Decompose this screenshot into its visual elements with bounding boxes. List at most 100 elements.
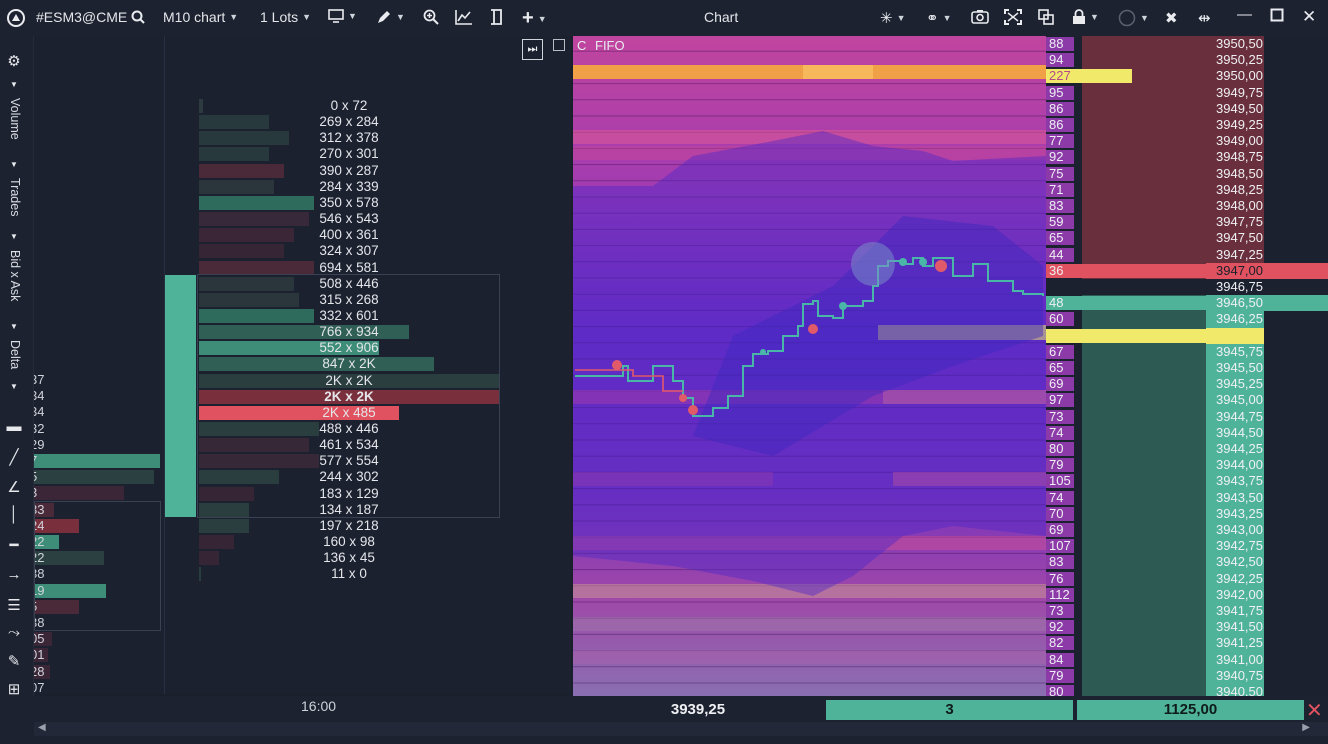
dom-row[interactable]: 3946,75 [1046,279,1328,296]
dom-row[interactable]: 107 3942,75 [1046,538,1328,555]
chevron-down-icon[interactable]: ▼ [0,160,28,169]
dom-row[interactable]: 75 3948,50 [1046,165,1328,182]
dom-row[interactable]: 227 3950,00 [1046,68,1328,85]
trade-bubble[interactable] [808,324,818,334]
dom-row[interactable]: 44 3947,25 [1046,246,1328,263]
lots-dropdown[interactable]: 1 Lots ▼ [260,9,311,25]
dom-row[interactable]: 79 3940,75 [1046,667,1328,684]
dom-row[interactable]: 95 3949,75 [1046,84,1328,101]
dom-row[interactable]: 112 3942,00 [1046,586,1328,603]
dom-row[interactable]: 3946,00 [1046,327,1328,344]
dom-row[interactable]: 65 3947,50 [1046,230,1328,247]
link-button[interactable]: ⚭ ▼ [926,9,952,27]
trade-bubble[interactable] [851,242,895,286]
trade-bubble[interactable] [919,258,927,266]
fibonacci-icon[interactable]: ☰ [0,596,28,614]
trade-bubble[interactable] [760,349,766,355]
tab-delta[interactable]: Delta [8,340,22,369]
maximize-button[interactable] [1270,8,1284,22]
dom-row[interactable]: 67 3945,75 [1046,343,1328,360]
horizontal-scrollbar[interactable]: ◀ ▶ [34,722,1328,736]
dom-row[interactable]: 73 3941,75 [1046,603,1328,620]
chevron-down-icon[interactable]: ▼ [0,382,28,391]
brush-icon[interactable]: ✎ [0,652,28,670]
minimize-button[interactable]: — [1237,6,1252,23]
angle-icon[interactable]: ∠ [0,478,28,496]
settings-tools-button[interactable]: ✖ [1165,9,1178,27]
dom-row[interactable]: 86 3949,25 [1046,117,1328,134]
fullscreen-button[interactable] [1003,8,1023,26]
dom-row[interactable]: 77 3949,00 [1046,133,1328,150]
chevron-down-icon[interactable]: ▼ [0,232,28,241]
dom-row[interactable]: 59 3947,75 [1046,214,1328,231]
dom-row[interactable]: 733944,751 [1046,408,1328,425]
path-icon[interactable]: ⤳ [0,624,28,641]
gear-icon[interactable]: ⚙ [0,52,28,70]
duplicate-button[interactable] [1038,9,1054,25]
dom-row[interactable]: 36 3947,00 [1046,262,1328,279]
close-button[interactable]: ✕ [1302,7,1316,27]
symbol-selector[interactable]: #ESM3@CME [36,9,145,25]
dom-row[interactable]: 92 3941,50 [1046,619,1328,636]
lock-button[interactable]: ▼ [1072,9,1099,25]
dom-row[interactable]: 83 3948,00 [1046,198,1328,215]
color-button[interactable]: ▼ [1118,9,1149,27]
tab-trades[interactable]: Trades [8,178,22,216]
dom-row[interactable]: 71 3948,25 [1046,181,1328,198]
dom-ladder[interactable]: 88 3950,50 94 3950,25 227 3950,00 95 3949,75 86 3… [1046,36,1328,696]
dom-row[interactable]: 79 3944,00 [1046,457,1328,474]
panel-toggle-icon[interactable] [553,39,565,51]
vertical-line-icon[interactable]: │ [0,506,28,523]
dom-row[interactable]: 92 3948,75 [1046,149,1328,166]
dom-row[interactable]: 94 3950,25 [1046,52,1328,69]
trend-line-icon[interactable]: ╱ [0,448,28,466]
chevron-down-icon[interactable]: ▼ [0,80,28,89]
dom-row[interactable]: 65 3945,50 [1046,360,1328,377]
dom-row[interactable]: 74 3944,50 [1046,424,1328,441]
dom-row[interactable]: 86 3949,50 [1046,100,1328,117]
trade-bubble[interactable] [679,394,687,402]
dom-row[interactable]: 48 3946,50 [1046,295,1328,312]
dom-row[interactable]: 83 3942,50 [1046,554,1328,571]
dom-row[interactable]: 84 3941,00 [1046,651,1328,668]
dom-row[interactable]: 69 3945,25 [1046,376,1328,393]
horizontal-line-icon[interactable]: ▬ [0,418,28,435]
price-field[interactable]: 1125,00 [1077,700,1304,720]
trade-bubble[interactable] [612,360,622,370]
tab-volume[interactable]: Volume [8,98,22,140]
draw-tool-button[interactable]: ▼ [376,9,405,25]
templates-button[interactable] [488,8,504,26]
trade-bubble[interactable] [839,302,847,310]
trade-bubble[interactable] [688,405,698,415]
trade-bubble[interactable] [935,260,947,272]
scroll-right-icon[interactable]: ▶ [1302,722,1310,733]
tab-bid-ask[interactable]: Bid x Ask [8,250,22,301]
quantity-field[interactable]: 3 [826,700,1073,720]
dom-row[interactable]: 105 3943,75 [1046,473,1328,490]
dom-row[interactable]: 80 3944,25 [1046,441,1328,458]
dom-row[interactable]: 70 3943,25 [1046,505,1328,522]
heatmap-chart[interactable]: C FIFO [573,36,1046,696]
arrow-right-icon[interactable]: → [0,566,28,583]
crosshair-button[interactable]: ✳ ▼ [880,9,906,27]
dom-row[interactable]: 88 3950,50 [1046,36,1328,53]
trade-bubble[interactable] [899,258,907,266]
scroll-left-icon[interactable]: ◀ [38,722,46,733]
zoom-button[interactable] [423,9,439,25]
pin-button[interactable]: ⇹ [1198,9,1211,27]
dom-row[interactable]: 80 3940,50 [1046,684,1328,696]
app-logo-icon[interactable] [6,8,26,28]
cancel-orders-icon[interactable]: ✕ [1306,698,1323,723]
screenshot-button[interactable] [971,9,989,24]
timeframe-dropdown[interactable]: M10 chart ▼ [163,9,238,25]
add-button[interactable]: + ▼ [522,7,547,30]
chart-type-button[interactable]: ▼ [328,9,357,23]
scroll-to-end-icon[interactable]: ⏭ [522,39,543,60]
indicators-button[interactable] [455,9,473,25]
dom-row[interactable]: 74 3943,50 [1046,489,1328,506]
dom-row[interactable]: 97 3945,00 [1046,392,1328,409]
chevron-down-icon[interactable]: ▼ [0,322,28,331]
dom-row[interactable]: 60 3946,25 [1046,311,1328,328]
ray-icon[interactable]: ━ [0,536,28,554]
dom-row[interactable]: 82 3941,25 [1046,635,1328,652]
